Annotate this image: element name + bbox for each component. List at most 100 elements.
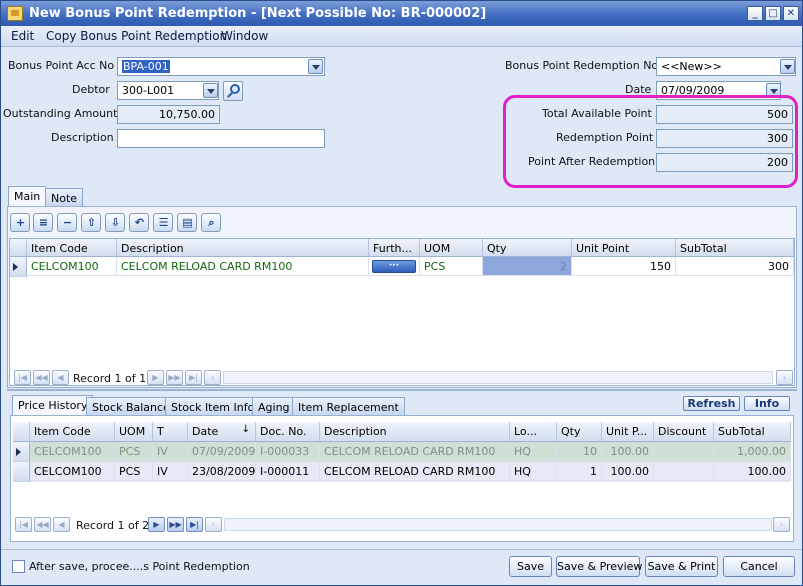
item-code-cell[interactable]: CELCOM100 (27, 257, 117, 276)
hcell-unit-price[interactable]: 100.00 (602, 462, 654, 481)
col-further[interactable]: Furth... (369, 239, 420, 257)
nav-next-page-button[interactable]: ▶▶ (166, 370, 183, 385)
col-item-code[interactable]: Item Code (27, 239, 117, 257)
hcell-location[interactable]: HQ (510, 462, 557, 481)
hcell-doc-no[interactable]: I-000011 (256, 462, 320, 481)
further-desc-button[interactable]: ··· (372, 260, 416, 273)
hcell-item-code[interactable]: CELCOM100 (30, 442, 115, 461)
acc-no-dropdown-icon[interactable] (308, 59, 323, 74)
hcol-doc-no[interactable]: Doc. No. (256, 422, 320, 442)
maximize-button[interactable]: □ (765, 6, 781, 21)
history-hscrollbar[interactable] (224, 518, 772, 531)
detail-button[interactable]: ▤ (177, 213, 197, 232)
hcell-type[interactable]: IV (153, 462, 188, 481)
debtor-search-button[interactable] (223, 81, 243, 101)
save-button[interactable]: Save (509, 556, 552, 577)
hcol-item-code[interactable]: Item Code (30, 422, 115, 442)
hnav-last-button[interactable]: ▶| (186, 517, 203, 532)
scroll-left-button[interactable]: ‹ (204, 370, 221, 385)
menu-copy-redemption[interactable]: Copy Bonus Point Redemption (46, 29, 227, 43)
nav-next-button[interactable]: ▶ (147, 370, 164, 385)
acc-no-combobox[interactable]: BPA-001 (117, 57, 325, 76)
hcol-type[interactable]: T (153, 422, 188, 442)
close-button[interactable]: ✕ (783, 6, 799, 21)
hcell-description[interactable]: CELCOM RELOAD CARD RM100 (320, 462, 510, 481)
debtor-dropdown-icon[interactable] (203, 83, 218, 98)
redemption-no-dropdown-icon[interactable] (780, 59, 795, 74)
nav-prev-button[interactable]: ◀ (52, 370, 69, 385)
history-row-selector[interactable] (13, 442, 30, 462)
hcell-qty[interactable]: 10 (557, 442, 602, 461)
hcol-discount[interactable]: Discount (654, 422, 714, 442)
col-unit-point[interactable]: Unit Point (572, 239, 676, 257)
hcell-subtotal[interactable]: 100.00 (714, 462, 791, 481)
tab-stock-item-info[interactable]: Stock Item Info (165, 397, 261, 416)
description-cell[interactable]: CELCOM RELOAD CARD RM100 (117, 257, 369, 276)
nav-first-button[interactable]: |◀ (14, 370, 31, 385)
hcell-uom[interactable]: PCS (115, 462, 153, 481)
info-button[interactable]: Info (744, 396, 790, 411)
save-print-button[interactable]: Save & Print (645, 556, 718, 577)
hcell-description[interactable]: CELCOM RELOAD CARD RM100 (320, 442, 510, 461)
save-preview-button[interactable]: Save & Preview (556, 556, 642, 577)
find-button[interactable]: ⌕ (201, 213, 221, 232)
items-hscrollbar[interactable] (223, 371, 773, 384)
col-subtotal[interactable]: SubTotal (676, 239, 794, 257)
hnav-first-button[interactable]: |◀ (15, 517, 32, 532)
hcell-location[interactable]: HQ (510, 442, 557, 461)
hcol-date[interactable]: Date ↓ (188, 422, 256, 442)
delete-row-button[interactable]: − (57, 213, 77, 232)
insert-row-button[interactable]: ≡ (33, 213, 53, 232)
nav-last-button[interactable]: ▶| (185, 370, 202, 385)
qty-cell[interactable]: 2 (483, 257, 572, 276)
col-uom[interactable]: UOM (420, 239, 483, 257)
hcell-discount[interactable] (654, 442, 714, 461)
hscroll-left-button[interactable]: ‹ (205, 517, 222, 532)
tab-price-history[interactable]: Price History (12, 395, 94, 416)
hcell-unit-price[interactable]: 100.00 (602, 442, 654, 461)
hcol-location[interactable]: Lo... (510, 422, 557, 442)
undo-button[interactable]: ↶ (129, 213, 149, 232)
tab-item-replacement[interactable]: Item Replacement (292, 397, 405, 416)
uom-cell[interactable]: PCS (420, 257, 483, 276)
redemption-no-combobox[interactable]: <<New>> (656, 57, 796, 76)
list-button[interactable]: ☰ (153, 213, 173, 232)
col-description[interactable]: Description (117, 239, 369, 257)
tab-main[interactable]: Main (8, 186, 47, 207)
menu-edit[interactable]: Edit (11, 29, 34, 43)
row-selector[interactable] (10, 257, 27, 277)
hcol-qty[interactable]: Qty (557, 422, 602, 442)
subtotal-cell[interactable]: 300 (676, 257, 794, 276)
hcell-date[interactable]: 23/08/2009 (188, 462, 256, 481)
hcell-item-code[interactable]: CELCOM100 (30, 462, 115, 481)
hcell-subtotal[interactable]: 1,000.00 (714, 442, 791, 461)
description-input[interactable] (117, 129, 325, 148)
hcell-date[interactable]: 07/09/2009 (188, 442, 256, 461)
hnav-prev-button[interactable]: ◀ (53, 517, 70, 532)
nav-prev-page-button[interactable]: ◀◀ (33, 370, 50, 385)
hcell-qty[interactable]: 1 (557, 462, 602, 481)
tab-note[interactable]: Note (45, 188, 84, 207)
menu-window[interactable]: Window (221, 29, 268, 43)
unit-point-cell[interactable]: 150 (572, 257, 676, 276)
hscroll-right-button[interactable]: › (773, 517, 790, 532)
scroll-right-button[interactable]: › (776, 370, 793, 385)
hcell-uom[interactable]: PCS (115, 442, 153, 461)
hnav-prev-page-button[interactable]: ◀◀ (34, 517, 51, 532)
move-down-button[interactable]: ⇩ (105, 213, 125, 232)
history-row-1[interactable]: CELCOM100 PCS IV 07/09/2009 I-000033 CEL… (13, 442, 791, 462)
refresh-button[interactable]: Refresh (683, 396, 740, 411)
history-row-selector[interactable] (13, 462, 30, 482)
hcell-discount[interactable] (654, 462, 714, 481)
history-row-2[interactable]: CELCOM100 PCS IV 23/08/2009 I-000011 CEL… (13, 462, 791, 482)
move-up-button[interactable]: ⇧ (81, 213, 101, 232)
hcol-description[interactable]: Description (320, 422, 510, 442)
hcell-doc-no[interactable]: I-000033 (256, 442, 320, 461)
hcell-type[interactable]: IV (153, 442, 188, 461)
further-cell[interactable]: ··· (369, 257, 420, 276)
hcol-unit-price[interactable]: Unit P... (602, 422, 654, 442)
hcol-subtotal[interactable]: SubTotal (714, 422, 791, 442)
minimize-button[interactable]: _ (747, 6, 763, 21)
cancel-button[interactable]: Cancel (723, 556, 795, 577)
tab-aging[interactable]: Aging (252, 397, 296, 416)
